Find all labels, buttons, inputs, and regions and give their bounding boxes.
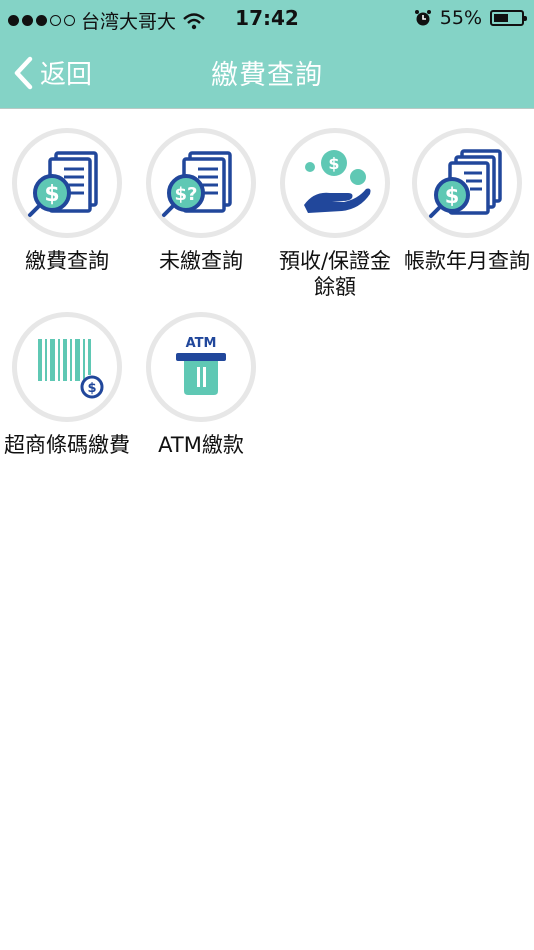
tile-store-barcode-payment[interactable]: $ 超商條碼繳費 [0,294,134,458]
tile-label: 帳款年月查詢 [404,249,530,273]
svg-text:ATM: ATM [186,336,217,351]
hand-coins-icon: $ [304,150,371,213]
svg-text:$: $ [87,381,96,396]
tile-label: 超商條碼繳費 [4,433,130,457]
tile-icon-circle: $ [12,312,122,422]
status-right: 55% [414,7,527,29]
alarm-clock-icon [414,10,431,26]
status-bar: 台湾大哥大 17:42 55% [0,0,534,36]
svg-text:$: $ [328,154,339,173]
tile-label: 預收/保證金餘額 [278,249,392,299]
tile-label: ATM繳款 [158,433,244,457]
atm-icon: ATM [176,336,226,395]
unpaid-query-icon: $? [162,151,232,217]
tile-icon-circle: $? [146,128,256,238]
dollar-bill-icon: $ [28,151,98,217]
tile-icon-circle: ATM [146,312,256,422]
tile-unpaid-query[interactable]: $? 未繳查詢 [134,110,268,274]
tile-icon-circle: $ [412,128,522,238]
battery-icon [490,10,527,26]
svg-text:$?: $? [175,184,198,205]
tile-payment-query[interactable]: $ 繳費查詢 [0,110,134,274]
tile-atm-payment[interactable]: ATM ATM繳款 [134,294,268,458]
svg-text:$: $ [445,184,460,208]
battery-percent: 55% [439,7,482,29]
barcode-icon: $ [38,339,104,399]
tile-monthly-bill-query[interactable]: $ 帳款年月查詢 [400,110,534,274]
tile-label: 未繳查詢 [159,249,243,273]
svg-text:$: $ [44,182,59,207]
tile-deposit-balance[interactable]: $ 預收/保證金餘額 [268,110,402,300]
page-title: 繳費查詢 [211,60,323,91]
monthly-bill-icon: $ [429,149,502,218]
tile-icon-circle: $ [280,128,390,238]
tile-icon-circle: $ [12,128,122,238]
navigation-bar: 返回 繳費查詢 [0,36,534,109]
tile-label: 繳費查詢 [25,249,109,273]
